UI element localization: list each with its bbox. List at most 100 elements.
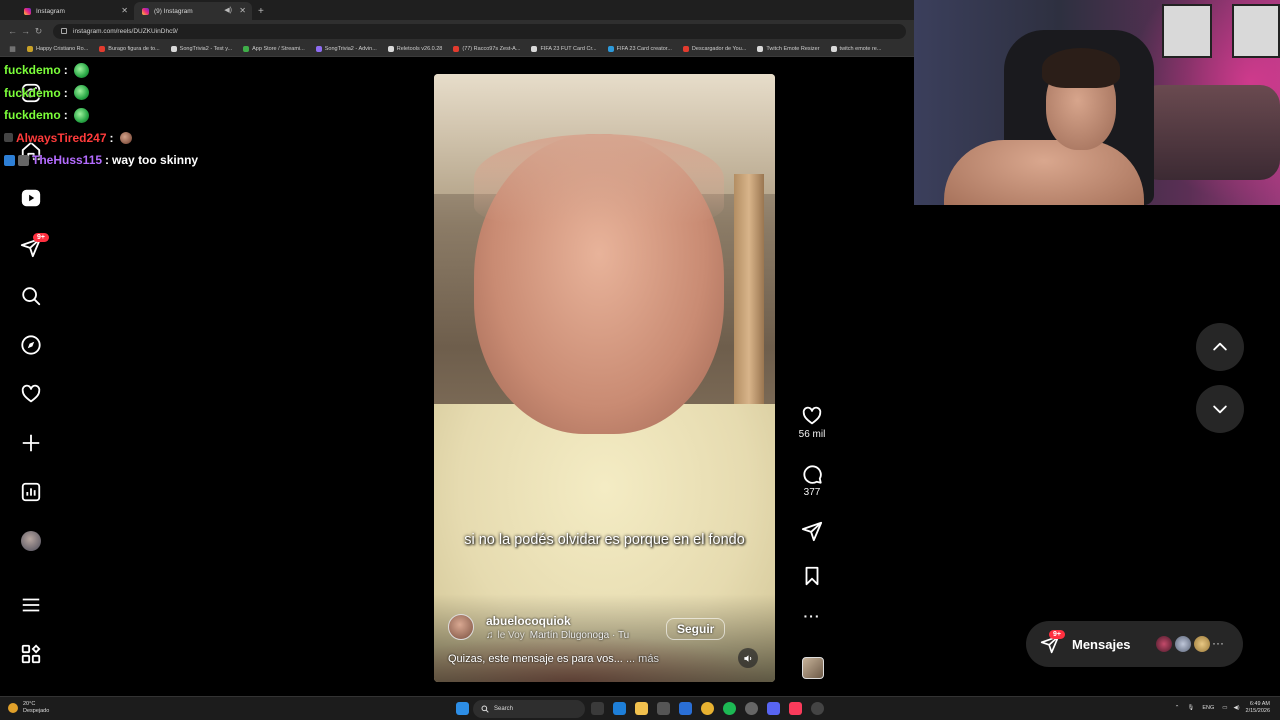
site-info-icon[interactable] — [61, 28, 67, 34]
apps-icon[interactable] — [19, 642, 43, 666]
bookmark-favicon-icon — [315, 46, 322, 52]
bookmark-label: Descargador de You... — [691, 46, 747, 52]
taskbar-clock[interactable]: 6:49 AM 2/15/2026 — [1246, 701, 1270, 715]
bookmark-label: twitch emote re... — [839, 46, 882, 52]
forward-arrow-icon[interactable]: → — [19, 26, 32, 36]
bookmark-item[interactable]: FIFA 23 FUT Card Cr... — [531, 46, 597, 52]
steam-icon[interactable] — [745, 702, 758, 715]
comment-icon[interactable] — [801, 463, 823, 485]
share-action[interactable] — [795, 520, 829, 542]
taskbar-search[interactable]: Search — [473, 700, 585, 718]
conversation-avatar[interactable] — [1154, 634, 1174, 654]
reel-audio-info[interactable]: ♫ le Voy Martín Dlugonoga · Tu — [486, 630, 629, 641]
chat-message-text: way too skinny — [112, 153, 199, 167]
url-field[interactable]: instagram.com/reels/DUZKUinDhc9/ — [53, 23, 906, 39]
new-tab-button[interactable]: + — [252, 6, 270, 20]
chat-separator: : — [63, 85, 68, 100]
next-reel-button[interactable] — [1196, 385, 1244, 433]
bookmark-favicon-icon — [387, 46, 394, 52]
more-options-icon[interactable]: ··· — [804, 608, 821, 624]
edge-icon[interactable] — [613, 702, 626, 715]
profile-avatar[interactable] — [19, 529, 43, 553]
previous-reel-button[interactable] — [1196, 323, 1244, 371]
bookmark-item[interactable]: Twitch Emote Resizer — [757, 46, 820, 52]
reel-video[interactable]: si no la podés olvidar es porque en el f… — [434, 74, 775, 682]
share-icon[interactable] — [801, 520, 823, 542]
save-action[interactable] — [795, 565, 829, 587]
task-view-icon[interactable] — [591, 702, 604, 715]
reel-caption[interactable]: Quizas, este mensaje es para vos... ... … — [448, 653, 659, 665]
mail-icon[interactable] — [679, 702, 692, 715]
weather-widget[interactable]: 20°C Despejado — [23, 701, 49, 715]
bookmark-item[interactable]: FIFA 23 Card creator... — [607, 46, 672, 52]
store-icon[interactable] — [657, 702, 670, 715]
reel-author-row: abuelocoquiok ♫ le Voy Martín Dlugonoga … — [448, 614, 726, 641]
weather-temp: 20°C — [23, 701, 36, 707]
bookmark-label: FIFA 23 FUT Card Cr... — [540, 46, 597, 52]
bookmark-item[interactable]: Reletools v26.0.28 — [387, 46, 442, 52]
music-app-icon[interactable] — [789, 702, 802, 715]
webcam-person-hair — [1042, 48, 1120, 88]
author-username[interactable]: abuelocoquiok — [486, 614, 571, 628]
menu-icon[interactable] — [19, 593, 43, 617]
bookmark-icon[interactable] — [801, 565, 823, 587]
discord-icon[interactable] — [767, 702, 780, 715]
obs-icon[interactable] — [811, 702, 824, 715]
browser-tab-strip: Instagram ✕ (9) Instagram ◀) ✕ + — [0, 0, 914, 20]
bookmark-item[interactable]: Descargador de You... — [682, 46, 747, 52]
tab-instagram-active[interactable]: (9) Instagram ◀) ✕ — [134, 2, 252, 20]
bookmark-item[interactable]: SongTrivia2 - Test y... — [170, 46, 232, 52]
conversation-avatar[interactable] — [1192, 634, 1212, 654]
chat-message: fuckdemo : — [4, 82, 324, 105]
webcam-wall-frame — [1232, 4, 1280, 58]
follow-button[interactable]: Seguir — [666, 618, 726, 640]
chat-username: fuckdemo — [4, 63, 61, 77]
close-tab-icon[interactable]: ✕ — [239, 6, 246, 15]
search-icon[interactable] — [19, 284, 43, 308]
back-arrow-icon[interactable]: ← — [6, 26, 19, 36]
file-explorer-icon[interactable] — [635, 702, 648, 715]
create-plus-icon[interactable] — [19, 431, 43, 455]
heart-icon[interactable] — [801, 405, 823, 427]
explore-icon[interactable] — [19, 333, 43, 357]
bookmark-item[interactable]: twitch emote re... — [830, 46, 882, 52]
close-tab-icon[interactable]: ✕ — [121, 6, 128, 15]
weather-icon[interactable] — [8, 703, 18, 713]
microphone-icon[interactable]: 🎙 — [1187, 705, 1194, 711]
reload-icon[interactable]: ↻ — [32, 26, 45, 37]
conversation-avatar[interactable] — [1173, 634, 1193, 654]
like-action[interactable]: 56 mil — [795, 405, 829, 440]
reels-icon[interactable] — [19, 186, 43, 210]
author-avatar[interactable] — [448, 614, 474, 640]
comment-action[interactable]: 377 — [795, 463, 829, 498]
notifications-heart-icon[interactable] — [19, 382, 43, 406]
bookmark-item[interactable]: (77) Racco97s Zest-A... — [453, 46, 520, 52]
music-note-icon: ♫ — [486, 630, 494, 641]
start-windows-icon[interactable] — [456, 702, 469, 715]
chat-message: fuckdemo : — [4, 104, 324, 127]
volume-icon[interactable]: ◀) — [1233, 705, 1239, 711]
taskbar-search-label: Search — [494, 706, 514, 712]
bookmark-item[interactable]: App Store / Streami... — [243, 46, 305, 52]
bookmark-item[interactable]: Happy Cristiano Ro... — [27, 46, 88, 52]
more-options-action[interactable]: ··· — [795, 608, 829, 624]
bookmark-item[interactable]: SongTrivia2 - Advin... — [315, 46, 377, 52]
dashboard-icon[interactable] — [19, 480, 43, 504]
chat-username: fuckdemo — [4, 108, 61, 122]
webcam-person-torso — [944, 140, 1144, 205]
like-count: 56 mil — [798, 429, 826, 440]
audio-thumbnail[interactable] — [802, 657, 824, 679]
language-indicator[interactable]: ENG — [1202, 705, 1214, 711]
bookmark-item[interactable]: Burago figura de to... — [99, 46, 160, 52]
apps-grid-icon[interactable]: ▦ — [6, 45, 19, 53]
tab-instagram[interactable]: Instagram ✕ — [16, 2, 134, 20]
mute-button[interactable] — [738, 648, 758, 668]
tray-chevron-icon[interactable]: ⌃ — [1175, 705, 1180, 711]
bookmark-label: SongTrivia2 - Advin... — [324, 46, 377, 52]
chrome-icon[interactable] — [701, 702, 714, 715]
network-icon[interactable]: ▭ — [1222, 705, 1227, 711]
spotify-icon[interactable] — [723, 702, 736, 715]
tab-audio-icon[interactable]: ◀) — [224, 6, 232, 14]
messages-more-icon[interactable]: ··· — [1212, 636, 1224, 650]
caption-more-link[interactable]: ... más — [626, 653, 659, 665]
